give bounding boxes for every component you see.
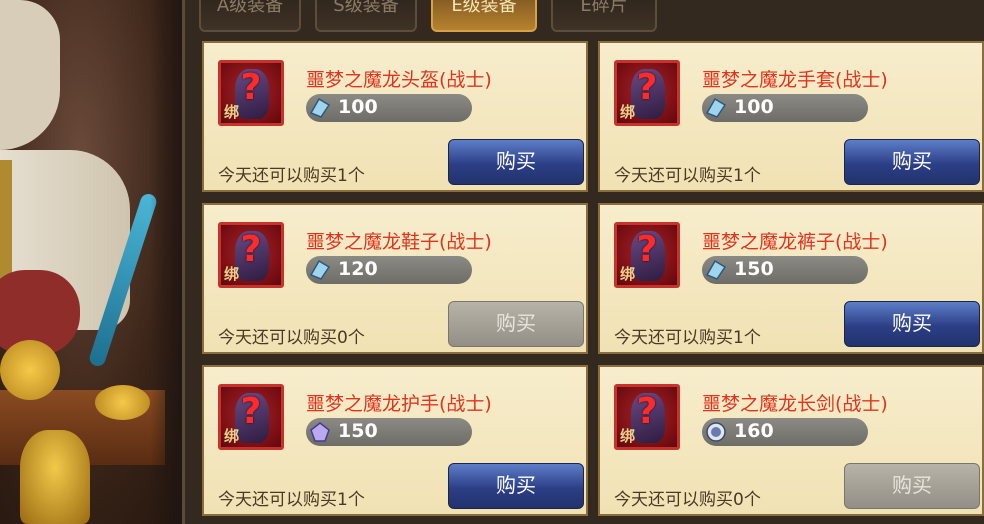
price-value: 150: [338, 420, 378, 442]
price-value: 150: [734, 258, 774, 280]
price-box: 120: [306, 256, 472, 284]
merchant-character-art: [0, 0, 200, 524]
bound-label: 绑: [224, 265, 240, 283]
item-icon-gauntlets[interactable]: ? 绑: [218, 384, 284, 450]
bound-label: 绑: [224, 103, 240, 121]
blue-crystal-icon: [705, 97, 727, 118]
purchase-limit: 今天还可以购买1个: [218, 490, 365, 510]
round-gem-icon: [706, 422, 726, 442]
tab-s-equipment[interactable]: S级装备: [315, 0, 417, 32]
price-value: 100: [338, 96, 378, 118]
price-box: 100: [306, 94, 472, 122]
purchase-limit: 今天还可以购买0个: [218, 328, 365, 348]
purchase-limit: 今天还可以购买0个: [614, 490, 761, 510]
buy-button[interactable]: 购买: [448, 463, 584, 509]
item-name: 噩梦之魔龙鞋子(战士): [306, 231, 492, 253]
item-name: 噩梦之魔龙长剑(战士): [702, 393, 888, 415]
blue-crystal-icon: [705, 259, 727, 280]
gold-coins-icon: [95, 385, 150, 420]
item-name: 噩梦之魔龙头盔(战士): [306, 69, 492, 91]
tab-e-equipment[interactable]: E级装备: [431, 0, 537, 32]
shop-item-card: ? 绑 噩梦之魔龙头盔(战士) 100 今天还可以购买1个 购买: [202, 41, 588, 192]
bound-label: 绑: [224, 427, 240, 445]
purchase-limit: 今天还可以购买1个: [614, 328, 761, 348]
item-icon-pants[interactable]: ? 绑: [614, 222, 680, 288]
price-box: 160: [702, 418, 868, 446]
buy-button[interactable]: 购买: [844, 301, 980, 347]
tab-a-equipment[interactable]: A级装备: [199, 0, 301, 32]
buy-button[interactable]: 购买: [844, 139, 980, 185]
item-icon-gloves[interactable]: ? 绑: [614, 60, 680, 126]
item-name: 噩梦之魔龙手套(战士): [702, 69, 888, 91]
bound-label: 绑: [620, 103, 636, 121]
golden-lamp-icon: [20, 430, 90, 524]
turban: [0, 0, 60, 150]
blue-crystal-icon: [309, 259, 331, 280]
bound-label: 绑: [620, 265, 636, 283]
item-name: 噩梦之魔龙护手(战士): [306, 393, 492, 415]
bound-label: 绑: [620, 427, 636, 445]
price-value: 120: [338, 258, 378, 280]
price-value: 100: [734, 96, 774, 118]
shop-item-card: ? 绑 噩梦之魔龙护手(战士) 150 今天还可以购买1个 购买: [202, 365, 588, 516]
item-icon-boots[interactable]: ? 绑: [218, 222, 284, 288]
price-box: 150: [306, 418, 472, 446]
shop-item-card: ? 绑 噩梦之魔龙长剑(战士) 160 今天还可以购买0个 购买: [598, 365, 984, 516]
purchase-limit: 今天还可以购买1个: [218, 166, 365, 186]
shop-item-card: ? 绑 噩梦之魔龙手套(战士) 100 今天还可以购买1个 购买: [598, 41, 984, 192]
buy-button[interactable]: 购买: [448, 139, 584, 185]
buy-button-disabled[interactable]: 购买: [844, 463, 980, 509]
buy-button-disabled[interactable]: 购买: [448, 301, 584, 347]
gold-coins-icon: [0, 340, 60, 400]
purchase-limit: 今天还可以购买1个: [614, 166, 761, 186]
item-icon-sword[interactable]: ? 绑: [614, 384, 680, 450]
shop-item-card: ? 绑 噩梦之魔龙裤子(战士) 150 今天还可以购买1个 购买: [598, 203, 984, 354]
price-box: 150: [702, 256, 868, 284]
price-value: 160: [734, 420, 774, 442]
tab-e-fragments[interactable]: E碎片: [551, 0, 657, 32]
blue-crystal-icon: [309, 97, 331, 118]
purple-gem-icon: [310, 422, 330, 442]
price-box: 100: [702, 94, 868, 122]
item-name: 噩梦之魔龙裤子(战士): [702, 231, 888, 253]
item-icon-helmet[interactable]: ? 绑: [218, 60, 284, 126]
shop-item-card: ? 绑 噩梦之魔龙鞋子(战士) 120 今天还可以购买0个 购买: [202, 203, 588, 354]
